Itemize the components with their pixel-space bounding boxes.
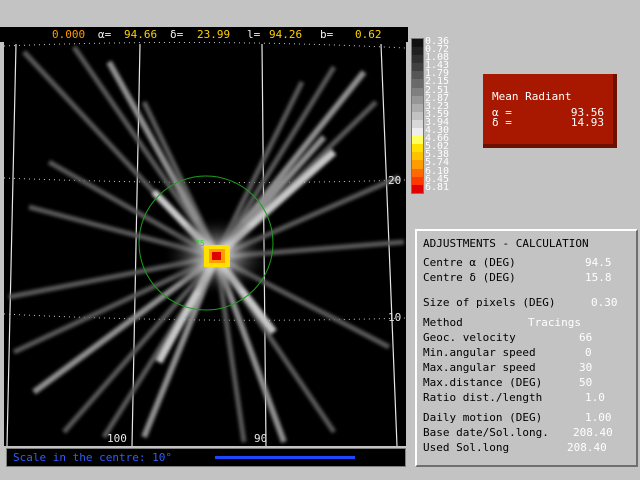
legend-swatch bbox=[412, 95, 423, 104]
legend-swatch bbox=[412, 128, 423, 137]
setting-pixel-size[interactable]: Size of pixels (DEG) 0.30 bbox=[423, 296, 629, 310]
dec-label-20: 20 bbox=[388, 174, 402, 187]
legend-swatch bbox=[412, 136, 423, 145]
setting-value[interactable]: 0.30 bbox=[591, 296, 618, 310]
alpha-value: 94.66 bbox=[124, 28, 158, 41]
mean-radiant-panel: Mean Radiant α = 93.56 δ = 14.93 bbox=[483, 74, 617, 148]
radiant-delta-row: δ = 14.93 bbox=[492, 116, 604, 129]
setting-ratio-dist-length[interactable]: Ratio dist./length 1.0 bbox=[423, 391, 629, 405]
legend-swatch bbox=[412, 103, 423, 112]
legend-swatch bbox=[412, 63, 423, 72]
setting-label: Centre δ (DEG) bbox=[423, 271, 516, 284]
legend-swatch bbox=[412, 152, 423, 161]
setting-geoc-velocity[interactable]: Geoc. velocity 66 bbox=[423, 331, 629, 345]
scale-bar bbox=[215, 456, 355, 459]
setting-used-sol-long[interactable]: Used Sol.long 208.40 bbox=[423, 441, 629, 455]
legend-swatch bbox=[412, 79, 423, 88]
setting-max-angular-speed[interactable]: Max.angular speed 30 bbox=[423, 361, 629, 375]
setting-label: Max.angular speed bbox=[423, 361, 536, 374]
setting-value[interactable]: 94.5 bbox=[585, 256, 612, 270]
setting-daily-motion[interactable]: Daily motion (DEG) 1.00 bbox=[423, 411, 629, 425]
density-plot bbox=[4, 42, 406, 446]
legend-swatch bbox=[412, 160, 423, 169]
alpha-label: α= bbox=[98, 28, 112, 41]
legend-swatch bbox=[412, 47, 423, 56]
color-scale-labels: 0.36 0.72 1.08 1.43 1.79 2.15 2.51 2.87 3.23 3.59… bbox=[425, 36, 465, 193]
legend-swatch bbox=[412, 168, 423, 177]
ra-label-100: 100 bbox=[107, 432, 127, 445]
legend-swatch bbox=[412, 39, 423, 48]
l-label: l= bbox=[247, 28, 261, 41]
radiant-density-map[interactable]: 100 90 20 10 75 bbox=[4, 42, 406, 446]
adjustments-panel: ADJUSTMENTS - CALCULATION Centre α (DEG)… bbox=[415, 229, 638, 467]
setting-min-angular-speed[interactable]: Min.angular speed 0 bbox=[423, 346, 629, 360]
legend-swatch bbox=[412, 119, 423, 129]
setting-label: Min.angular speed bbox=[423, 346, 536, 359]
dec-label-10: 10 bbox=[388, 311, 402, 324]
coordinate-readout: 0.000 α= 94.66 δ= 23.99 l= 94.26 b= 0.62 bbox=[0, 27, 408, 42]
setting-label: Centre α (DEG) bbox=[423, 256, 516, 269]
setting-label: Base date/Sol.long. bbox=[423, 426, 549, 439]
legend-swatch bbox=[412, 111, 423, 120]
adjustments-title: ADJUSTMENTS - CALCULATION bbox=[423, 237, 589, 250]
contour-label: 75 bbox=[195, 239, 205, 248]
setting-value[interactable]: 0 bbox=[585, 346, 592, 360]
setting-value[interactable]: 1.00 bbox=[585, 411, 612, 425]
setting-value[interactable]: 208.40 bbox=[567, 441, 607, 455]
b-value: 0.62 bbox=[355, 28, 382, 41]
radiant-hotspot bbox=[204, 245, 230, 267]
setting-value[interactable]: 208.40 bbox=[573, 426, 613, 440]
setting-value[interactable]: 50 bbox=[579, 376, 592, 390]
zoom-readout: 0.000 bbox=[52, 28, 86, 41]
legend-swatch bbox=[412, 144, 423, 153]
setting-label: Size of pixels (DEG) bbox=[423, 296, 556, 309]
legend-swatch bbox=[412, 55, 423, 64]
legend-value: 6.81 bbox=[425, 181, 450, 193]
l-value: 94.26 bbox=[269, 28, 303, 41]
setting-base-date[interactable]: Base date/Sol.long. 208.40 bbox=[423, 426, 629, 440]
setting-label: Ratio dist./length bbox=[423, 391, 543, 404]
b-label: b= bbox=[320, 28, 334, 41]
color-scale-legend bbox=[411, 38, 424, 194]
setting-centre-delta[interactable]: Centre δ (DEG) 15.8 bbox=[423, 271, 629, 285]
setting-label: Method bbox=[423, 316, 463, 329]
delta-label: δ= bbox=[170, 28, 184, 41]
setting-centre-alpha[interactable]: Centre α (DEG) 94.5 bbox=[423, 256, 629, 270]
setting-label: Max.distance (DEG) bbox=[423, 376, 543, 389]
mean-radiant-title: Mean Radiant bbox=[492, 90, 572, 103]
setting-label: Daily motion (DEG) bbox=[423, 411, 543, 424]
legend-swatch bbox=[412, 87, 423, 96]
legend-swatch bbox=[412, 184, 423, 193]
setting-value[interactable]: 15.8 bbox=[585, 271, 612, 285]
setting-label: Geoc. velocity bbox=[423, 331, 516, 344]
setting-method[interactable]: Method Tracings bbox=[423, 316, 629, 330]
radiant-delta-value: 14.93 bbox=[570, 116, 604, 129]
scale-indicator: Scale in the centre: 10° bbox=[6, 448, 406, 467]
setting-max-distance[interactable]: Max.distance (DEG) 50 bbox=[423, 376, 629, 390]
scale-text: Scale in the centre: 10° bbox=[13, 451, 172, 464]
delta-value: 23.99 bbox=[197, 28, 231, 41]
setting-value[interactable]: 66 bbox=[579, 331, 592, 345]
setting-value[interactable]: 30 bbox=[579, 361, 592, 375]
setting-label: Used Sol.long bbox=[423, 441, 510, 454]
setting-value[interactable]: Tracings bbox=[528, 316, 581, 330]
radiant-delta-label: δ = bbox=[492, 116, 512, 129]
legend-swatch bbox=[412, 71, 423, 80]
legend-swatch bbox=[412, 176, 423, 185]
setting-value[interactable]: 1.0 bbox=[585, 391, 605, 405]
ra-label-90: 90 bbox=[254, 432, 268, 445]
